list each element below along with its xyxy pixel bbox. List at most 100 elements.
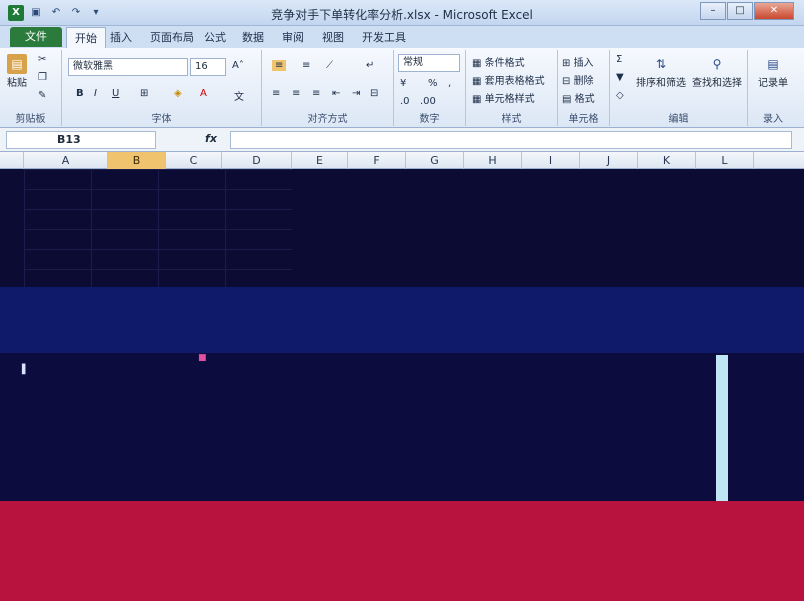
- sheet-band-blue: [0, 287, 804, 353]
- worksheet-area[interactable]: ▌ ■: [0, 169, 804, 601]
- editing-group: Σ ▼ ◇ ⇅ 排序和筛选 ⚲ 查找和选择 编辑: [610, 50, 748, 126]
- cells-group-label: 单元格: [568, 114, 599, 125]
- align-right-icon[interactable]: ≡: [312, 88, 320, 99]
- sort-filter-icon: ⇅: [655, 57, 667, 71]
- formula-input[interactable]: [230, 131, 792, 149]
- excel-window: X ▣ ↶ ↷ ▾ 竞争对手下单转化率分析.xlsx - Microsoft E…: [0, 0, 804, 601]
- column-header-i[interactable]: I: [522, 152, 580, 169]
- insert-cells-button[interactable]: ⊞ 插入: [562, 54, 594, 69]
- column-headers: A B C D E F G H I J K L: [0, 152, 804, 169]
- sort-filter-button[interactable]: ⇅ 排序和筛选: [634, 54, 688, 89]
- font-color-icon[interactable]: A: [200, 88, 207, 99]
- align-top-icon[interactable]: ≡: [272, 60, 287, 71]
- number-format-combo[interactable]: 常规: [398, 54, 460, 72]
- underline-button[interactable]: U: [112, 88, 119, 99]
- cut-icon[interactable]: ✂: [38, 54, 46, 65]
- conditional-format-button[interactable]: ▦ 条件格式: [472, 54, 525, 69]
- format-as-table-button[interactable]: ▦ 套用表格格式: [472, 72, 545, 87]
- select-all-corner[interactable]: [0, 152, 24, 169]
- tab-insert[interactable]: 插入: [110, 29, 132, 45]
- column-header-e[interactable]: E: [292, 152, 348, 169]
- cell-grid[interactable]: [24, 169, 292, 287]
- tab-home[interactable]: 开始: [66, 27, 106, 48]
- editing-group-label: 编辑: [668, 114, 689, 125]
- tab-formulas[interactable]: 公式: [204, 29, 226, 45]
- tab-developer[interactable]: 开发工具: [362, 29, 406, 45]
- styles-group-label: 样式: [501, 114, 522, 125]
- cell-styles-button[interactable]: ▦ 单元格样式: [472, 90, 535, 105]
- delete-cells-button[interactable]: ⊟ 删除: [562, 72, 594, 87]
- column-header-g[interactable]: G: [406, 152, 464, 169]
- name-box[interactable]: B13: [6, 131, 156, 149]
- comma-button[interactable]: ,: [448, 78, 451, 89]
- form-icon: ▤: [767, 57, 779, 71]
- cells-group: ⊞ 插入 ⊟ 删除 ▤ 格式 单元格: [558, 50, 610, 126]
- clipboard-group-label: 剪贴板: [15, 114, 46, 125]
- alignment-group-label: 对齐方式: [307, 114, 348, 125]
- decrease-indent-icon[interactable]: ⇤: [332, 88, 340, 99]
- binoculars-icon: ⚲: [712, 57, 722, 71]
- sheet-strip-light: [716, 355, 728, 501]
- column-header-j[interactable]: J: [580, 152, 638, 169]
- fill-color-icon[interactable]: ◈: [174, 88, 182, 99]
- column-header-h[interactable]: H: [464, 152, 522, 169]
- record-group: ▤ 记录单 录入: [748, 50, 798, 126]
- font-group: 微软雅黑 16 A˄ B I U ⊞ ◈ A 文 字体: [62, 50, 262, 126]
- column-header-k[interactable]: K: [638, 152, 696, 169]
- column-header-l[interactable]: L: [696, 152, 754, 169]
- window-controls: – □ ✕: [700, 2, 794, 20]
- column-header-a[interactable]: A: [24, 152, 108, 169]
- tab-data[interactable]: 数据: [242, 29, 264, 45]
- wrap-text-icon[interactable]: ↵: [366, 60, 374, 71]
- align-left-icon[interactable]: ≡: [272, 88, 280, 99]
- column-header-d[interactable]: D: [222, 152, 292, 169]
- close-button[interactable]: ✕: [754, 2, 794, 20]
- sheet-band-red: [0, 501, 804, 601]
- bold-button[interactable]: B: [76, 88, 84, 99]
- paste-button[interactable]: ▤ 粘贴: [4, 54, 30, 89]
- font-size-combo[interactable]: 16: [190, 58, 226, 76]
- fill-icon[interactable]: ▼: [616, 72, 624, 83]
- tab-page-layout[interactable]: 页面布局: [150, 29, 194, 45]
- record-form-button[interactable]: ▤ 记录单: [750, 54, 796, 89]
- increase-decimal-icon[interactable]: .0: [400, 96, 410, 107]
- title-bar: X ▣ ↶ ↷ ▾ 竞争对手下单转化率分析.xlsx - Microsoft E…: [0, 0, 804, 26]
- tab-file[interactable]: 文件: [10, 27, 62, 47]
- phonetic-icon[interactable]: 文: [234, 88, 244, 103]
- font-name-combo[interactable]: 微软雅黑: [68, 58, 188, 76]
- number-group-label: 数字: [419, 114, 440, 125]
- paste-icon: ▤: [7, 54, 27, 74]
- window-title: 竞争对手下单转化率分析.xlsx - Microsoft Excel: [271, 8, 533, 22]
- italic-button[interactable]: I: [94, 88, 97, 99]
- clear-icon[interactable]: ◇: [616, 90, 624, 101]
- align-center-icon[interactable]: ≡: [292, 88, 300, 99]
- font-group-label: 字体: [151, 114, 172, 125]
- border-icon[interactable]: ⊞: [140, 88, 148, 99]
- record-group-label: 录入: [763, 114, 783, 125]
- currency-icon[interactable]: ¥: [400, 78, 406, 89]
- orientation-icon[interactable]: ⟋: [326, 60, 333, 71]
- increase-indent-icon[interactable]: ⇥: [352, 88, 360, 99]
- clipboard-group: ▤ 粘贴 ✂ ❐ ✎ 剪贴板: [0, 50, 62, 126]
- tab-view[interactable]: 视图: [322, 29, 344, 45]
- maximize-button[interactable]: □: [727, 2, 753, 20]
- tab-review[interactable]: 审阅: [282, 29, 304, 45]
- autosum-icon[interactable]: Σ: [616, 54, 622, 65]
- merge-center-icon[interactable]: ⊟: [370, 88, 378, 99]
- ribbon: ▤ 粘贴 ✂ ❐ ✎ 剪贴板 微软雅黑 16 A˄ B I U ⊞ ◈ A 文 …: [0, 48, 804, 128]
- align-middle-icon[interactable]: ≡: [302, 60, 310, 71]
- find-select-button[interactable]: ⚲ 查找和选择: [690, 54, 744, 89]
- column-header-b[interactable]: B: [108, 152, 166, 169]
- percent-button[interactable]: %: [428, 78, 438, 89]
- decrease-decimal-icon[interactable]: .00: [420, 96, 436, 107]
- glitch-mark-center: ■: [198, 353, 207, 363]
- grow-font-icon[interactable]: A˄: [232, 60, 244, 71]
- format-cells-button[interactable]: ▤ 格式: [562, 90, 595, 105]
- insert-function-button[interactable]: fx: [196, 132, 226, 148]
- copy-icon[interactable]: ❐: [38, 72, 47, 83]
- sheet-band-navy: [0, 353, 804, 501]
- column-header-c[interactable]: C: [166, 152, 222, 169]
- minimize-button[interactable]: –: [700, 2, 726, 20]
- column-header-f[interactable]: F: [348, 152, 406, 169]
- format-painter-icon[interactable]: ✎: [38, 90, 46, 101]
